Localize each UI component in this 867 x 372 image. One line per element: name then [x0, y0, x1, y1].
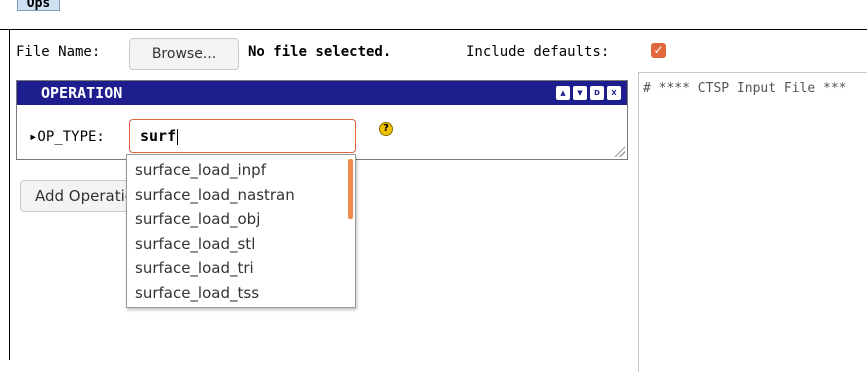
autocomplete-item[interactable]: surface_load_obj	[127, 207, 345, 232]
resize-handle[interactable]	[613, 145, 625, 157]
help-icon[interactable]: ?	[379, 122, 393, 136]
op-type-input[interactable]: surf	[129, 119, 356, 153]
editor-first-line: # **** CTSP Input File ***	[643, 81, 847, 96]
tab-ops[interactable]: Ops	[17, 0, 60, 11]
autocomplete-item[interactable]: surface_load_stl	[127, 232, 345, 257]
close-icon[interactable]: X	[607, 86, 621, 100]
left-divider	[9, 29, 10, 360]
move-up-icon[interactable]: ▲	[556, 86, 570, 100]
move-down-icon[interactable]: ▼	[573, 86, 587, 100]
text-caret	[177, 128, 179, 145]
autocomplete-item[interactable]: surface_load_tss	[127, 281, 345, 306]
operation-title: OPERATION	[41, 84, 123, 102]
operation-header: OPERATION ▲ ▼ D X	[17, 81, 627, 105]
duplicate-icon[interactable]: D	[590, 86, 604, 100]
file-status-text: No file selected.	[248, 44, 392, 60]
autocomplete-item[interactable]: surface_load_nastran	[127, 183, 345, 208]
autocomplete-dropdown: surface_load_inpf surface_load_nastran s…	[126, 154, 356, 308]
top-divider	[0, 29, 867, 30]
include-defaults-checkbox[interactable]: ✓	[651, 43, 666, 58]
header-button-group: ▲ ▼ D X	[556, 86, 621, 100]
browse-button[interactable]: Browse...	[129, 38, 239, 70]
file-name-label: File Name:	[16, 44, 101, 60]
include-defaults-label: Include defaults:	[466, 44, 610, 60]
autocomplete-item[interactable]: surface_load_inpf	[127, 158, 345, 183]
op-type-label: ▸OP_TYPE:	[29, 129, 105, 145]
input-file-editor[interactable]: # **** CTSP Input File ***	[638, 72, 867, 372]
autocomplete-item[interactable]: surface_load_tri	[127, 256, 345, 281]
op-type-value: surf	[140, 127, 177, 145]
autocomplete-list: surface_load_inpf surface_load_nastran s…	[127, 158, 345, 305]
operation-panel: OPERATION ▲ ▼ D X ▸OP_TYPE: surf ?	[16, 80, 628, 160]
dropdown-scrollbar[interactable]	[348, 159, 353, 219]
